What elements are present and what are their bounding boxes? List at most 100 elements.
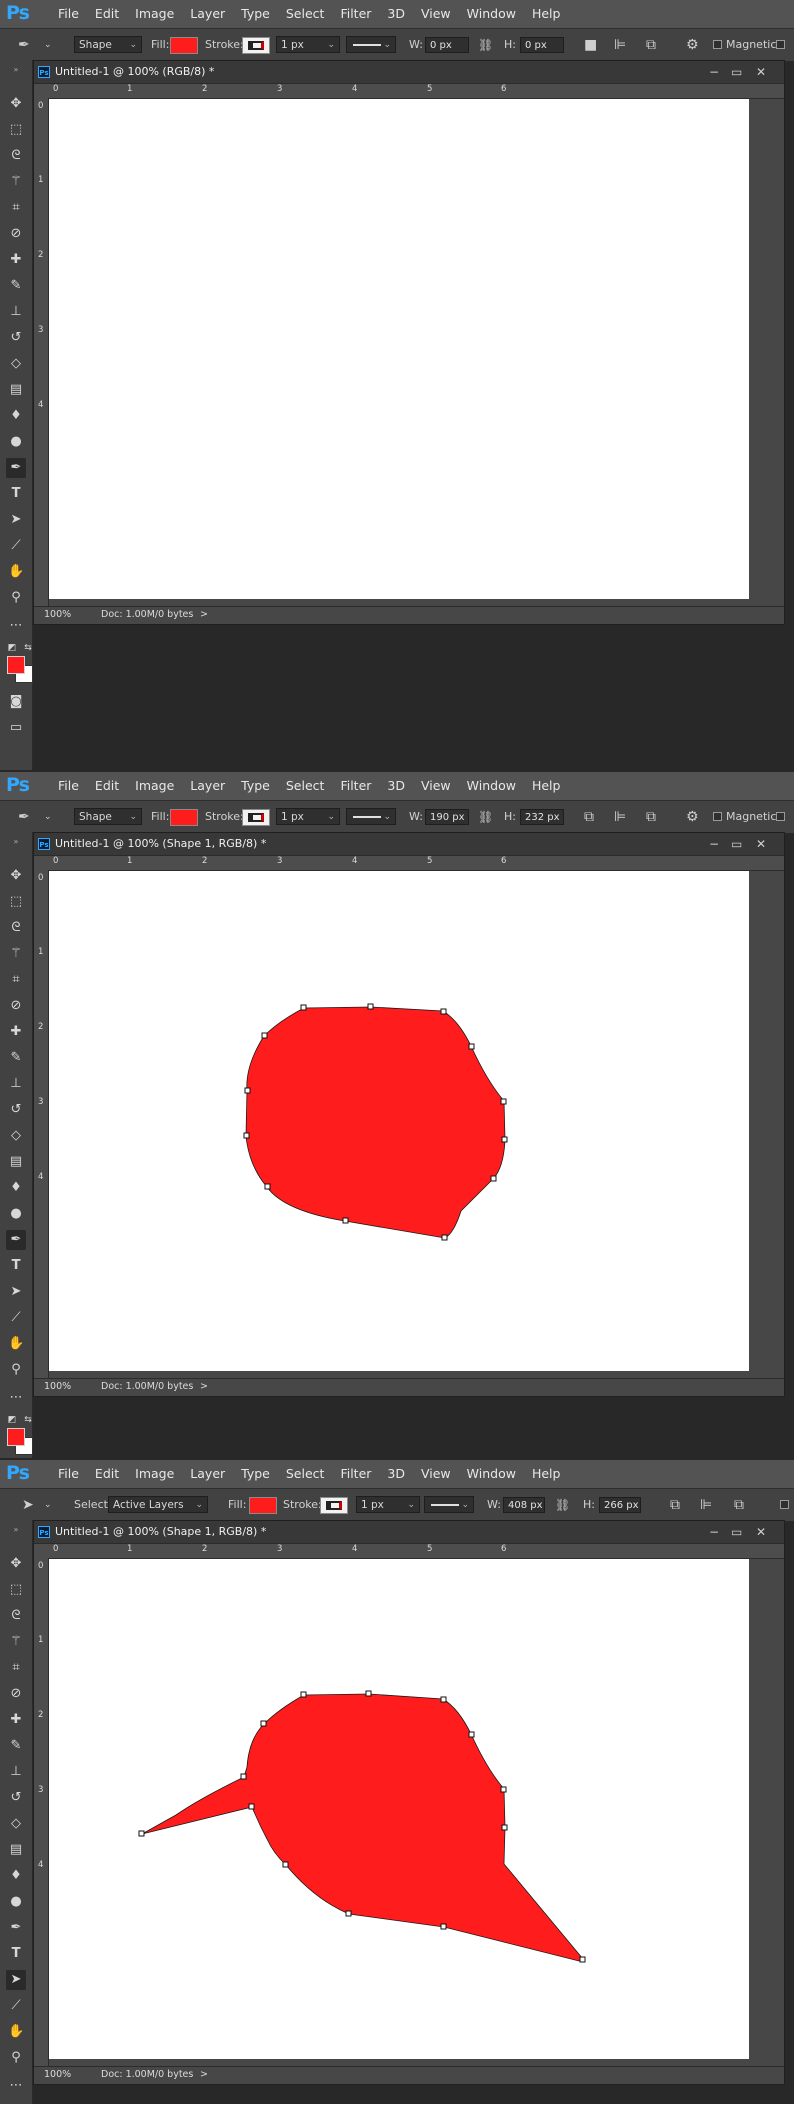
healing-brush-icon[interactable]: ✚ — [8, 1024, 24, 1040]
healing-brush-icon[interactable]: ✚ — [8, 252, 24, 268]
magic-wand-icon[interactable]: ⚚ — [8, 1634, 24, 1650]
menu-filter[interactable]: Filter — [332, 1460, 379, 1488]
menu-view[interactable]: View — [413, 1460, 459, 1488]
more-tools-icon[interactable]: ⋯ — [8, 1390, 24, 1406]
magic-wand-icon[interactable]: ⚚ — [8, 946, 24, 962]
lasso-icon[interactable]: ᘓ — [8, 1608, 24, 1624]
eraser-icon[interactable]: ◇ — [8, 356, 24, 372]
hand-icon[interactable]: ✋ — [8, 564, 24, 580]
hand-icon[interactable]: ✋ — [8, 2024, 24, 2040]
hand-icon[interactable]: ✋ — [8, 1336, 24, 1352]
zoom-level[interactable]: 100% — [44, 2069, 71, 2080]
history-brush-icon[interactable]: ↺ — [8, 1102, 24, 1118]
gear-icon[interactable]: ⚙ — [686, 809, 699, 825]
path-alignment-icon[interactable]: ⊫ — [700, 1497, 712, 1513]
pen-tool-preset-icon[interactable]: ✒ — [18, 37, 30, 53]
line-icon[interactable]: ⟋ — [8, 538, 24, 554]
swap-colors-icon[interactable]: ⇆ — [20, 1412, 36, 1428]
menu-image[interactable]: Image — [127, 0, 182, 28]
canvas[interactable] — [49, 871, 749, 1371]
gradient-icon[interactable]: ▤ — [8, 1842, 24, 1858]
path-selection-icon[interactable]: ➤ — [6, 1970, 26, 1990]
eraser-icon[interactable]: ◇ — [8, 1128, 24, 1144]
zoom-level[interactable]: 100% — [44, 609, 71, 620]
select-mode-dropdown[interactable]: Active Layers ⌄ — [108, 1496, 208, 1513]
zoom-icon[interactable]: ⚲ — [8, 590, 24, 606]
menu-view[interactable]: View — [413, 772, 459, 800]
document-tab[interactable]: Ps Untitled-1 @ 100% (Shape 1, RGB/8) * … — [34, 833, 784, 856]
default-colors-icon[interactable]: ◩ — [4, 640, 20, 656]
type-icon[interactable]: T — [8, 486, 24, 502]
document-tab[interactable]: Ps Untitled-1 @ 100% (RGB/8) * − ▭ ✕ — [34, 61, 784, 84]
width-field[interactable]: 0 px — [425, 37, 469, 53]
menu-file[interactable]: File — [50, 0, 87, 28]
menu-type[interactable]: Type — [233, 1460, 278, 1488]
more-tools-icon[interactable]: ⋯ — [8, 618, 24, 634]
path-operations-icon[interactable]: ■ — [584, 37, 597, 53]
stroke-width-select[interactable]: 1 px ⌄ — [356, 1496, 420, 1513]
shape-1-path[interactable] — [245, 1006, 506, 1239]
move-icon[interactable]: ✥ — [8, 868, 24, 884]
dodge-icon[interactable]: ● — [8, 1894, 24, 1910]
menu-file[interactable]: File — [50, 772, 87, 800]
width-field[interactable]: 408 px — [503, 1497, 545, 1513]
panel-collapse-icon[interactable]: » — [8, 1522, 24, 1538]
path-alignment-icon[interactable]: ⊫ — [614, 37, 626, 53]
minimize-icon[interactable]: − — [709, 833, 719, 855]
clone-stamp-icon[interactable]: ⊥ — [8, 1076, 24, 1092]
tool-mode-select[interactable]: Shape ⌄ — [74, 36, 142, 53]
lasso-icon[interactable]: ᘓ — [8, 148, 24, 164]
eyedropper-icon[interactable]: ⊘ — [8, 1686, 24, 1702]
align-edges-checkbox[interactable] — [776, 812, 785, 821]
maximize-icon[interactable]: ▭ — [731, 1521, 742, 1543]
healing-brush-icon[interactable]: ✚ — [8, 1712, 24, 1728]
minimize-icon[interactable]: − — [709, 61, 719, 83]
panel-collapse-icon[interactable]: » — [8, 62, 24, 78]
constrain-checkbox[interactable] — [780, 1500, 789, 1509]
gear-icon[interactable]: ⚙ — [686, 37, 699, 53]
brush-icon[interactable]: ✎ — [8, 278, 24, 294]
menu-layer[interactable]: Layer — [182, 1460, 233, 1488]
swap-colors-icon[interactable]: ⇆ — [20, 640, 36, 656]
fill-swatch[interactable] — [170, 37, 198, 54]
path-alignment-icon[interactable]: ⊫ — [614, 809, 626, 825]
lasso-icon[interactable]: ᘓ — [8, 920, 24, 936]
eyedropper-icon[interactable]: ⊘ — [8, 226, 24, 242]
line-icon[interactable]: ⟋ — [8, 1310, 24, 1326]
marquee-icon[interactable]: ⬚ — [8, 894, 24, 910]
stroke-swatch[interactable] — [242, 37, 270, 54]
path-arrangement-icon[interactable]: ⧉ — [646, 809, 656, 825]
marquee-icon[interactable]: ⬚ — [8, 122, 24, 138]
stroke-swatch[interactable] — [242, 809, 270, 826]
foreground-color[interactable] — [7, 1428, 25, 1446]
clone-stamp-icon[interactable]: ⊥ — [8, 1764, 24, 1780]
height-field[interactable]: 266 px — [599, 1497, 641, 1513]
menu-edit[interactable]: Edit — [87, 772, 127, 800]
menu-window[interactable]: Window — [459, 772, 524, 800]
clone-stamp-icon[interactable]: ⊥ — [8, 304, 24, 320]
menu-image[interactable]: Image — [127, 1460, 182, 1488]
width-field[interactable]: 190 px — [425, 809, 469, 825]
menu-filter[interactable]: Filter — [332, 0, 379, 28]
minimize-icon[interactable]: − — [709, 1521, 719, 1543]
history-brush-icon[interactable]: ↺ — [8, 1790, 24, 1806]
menu-help[interactable]: Help — [524, 1460, 569, 1488]
screen-mode-icon[interactable]: ▭ — [8, 720, 24, 736]
blur-icon[interactable]: ♦ — [8, 1180, 24, 1196]
dodge-icon[interactable]: ● — [8, 1206, 24, 1222]
stroke-width-select[interactable]: 1 px ⌄ — [276, 808, 340, 825]
menu-image[interactable]: Image — [127, 772, 182, 800]
menu-select[interactable]: Select — [278, 772, 333, 800]
fill-swatch[interactable] — [170, 809, 198, 826]
canvas[interactable] — [49, 99, 749, 599]
chevron-down-icon[interactable]: ⌄ — [44, 37, 52, 53]
height-field[interactable]: 232 px — [520, 809, 564, 825]
close-icon[interactable]: ✕ — [756, 833, 766, 855]
link-icon[interactable]: ⛓ — [478, 37, 493, 53]
blur-icon[interactable]: ♦ — [8, 1868, 24, 1884]
path-operations-icon[interactable]: ⧉ — [670, 1497, 680, 1513]
menu-select[interactable]: Select — [278, 0, 333, 28]
brush-icon[interactable]: ✎ — [8, 1050, 24, 1066]
type-icon[interactable]: T — [8, 1258, 24, 1274]
stroke-type-select[interactable]: ⌄ — [424, 1496, 474, 1513]
